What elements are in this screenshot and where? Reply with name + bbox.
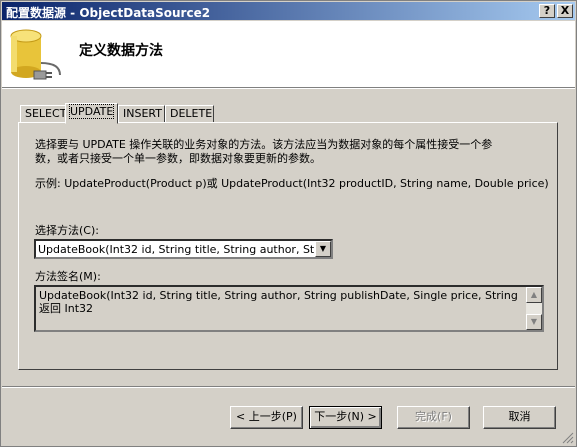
- scroll-down-icon[interactable]: ▼: [526, 314, 542, 330]
- tab-select-label: SELECT: [25, 107, 67, 120]
- choose-method-label: 选择方法(C):: [35, 224, 99, 237]
- footer-divider: [2, 386, 575, 388]
- signature-scrollbar[interactable]: ▲ ▼: [526, 287, 542, 330]
- signature-label: 方法签名(M):: [35, 270, 101, 283]
- title-bar[interactable]: 配置数据源 - ObjectDataSource2 ? X: [2, 2, 575, 20]
- close-button[interactable]: X: [557, 4, 573, 18]
- description-line-2: 数，或者只接受一个单一参数，即数据对象要更新的参数。: [35, 152, 321, 165]
- help-button[interactable]: ?: [539, 4, 555, 18]
- page-title: 定义数据方法: [79, 43, 163, 59]
- back-button[interactable]: < 上一步(P): [230, 406, 303, 429]
- tab-update[interactable]: UPDATE: [65, 103, 118, 124]
- scroll-up-icon[interactable]: ▲: [526, 287, 542, 303]
- signature-textbox: UpdateBook(Int32 id, String title, Strin…: [34, 285, 544, 332]
- configure-datasource-dialog: 配置数据源 - ObjectDataSource2 ? X 定义数据方法 SEL…: [0, 0, 577, 447]
- tab-insert[interactable]: INSERT: [118, 105, 165, 123]
- tab-select[interactable]: SELECT: [20, 105, 66, 123]
- wizard-header: 定义数据方法: [2, 21, 575, 87]
- choose-method-select[interactable]: UpdateBook(Int32 id, String title, Strin…: [34, 239, 333, 259]
- signature-line-2: 返回 Int32: [39, 302, 94, 315]
- database-plug-icon: [10, 29, 61, 80]
- signature-text: UpdateBook(Int32 id, String title, Strin…: [39, 289, 517, 315]
- chevron-down-icon[interactable]: ▼: [315, 241, 331, 257]
- tab-delete[interactable]: DELETE: [165, 105, 214, 123]
- cancel-button[interactable]: 取消: [483, 406, 556, 429]
- window-title: 配置数据源 - ObjectDataSource2: [6, 6, 211, 20]
- choose-method-value: UpdateBook(Int32 id, String title, Strin…: [38, 243, 316, 256]
- example-text: 示例: UpdateProduct(Product p)或 UpdateProd…: [35, 177, 549, 190]
- header-divider: [2, 87, 575, 89]
- next-button[interactable]: 下一步(N) >: [309, 406, 382, 429]
- signature-line-1: UpdateBook(Int32 id, String title, Strin…: [39, 289, 517, 302]
- tab-insert-label: INSERT: [123, 107, 162, 120]
- tab-update-label: UPDATE: [68, 104, 115, 119]
- tab-delete-label: DELETE: [170, 107, 213, 120]
- resize-grip-icon[interactable]: [562, 432, 574, 444]
- finish-button[interactable]: 完成(F): [397, 406, 470, 429]
